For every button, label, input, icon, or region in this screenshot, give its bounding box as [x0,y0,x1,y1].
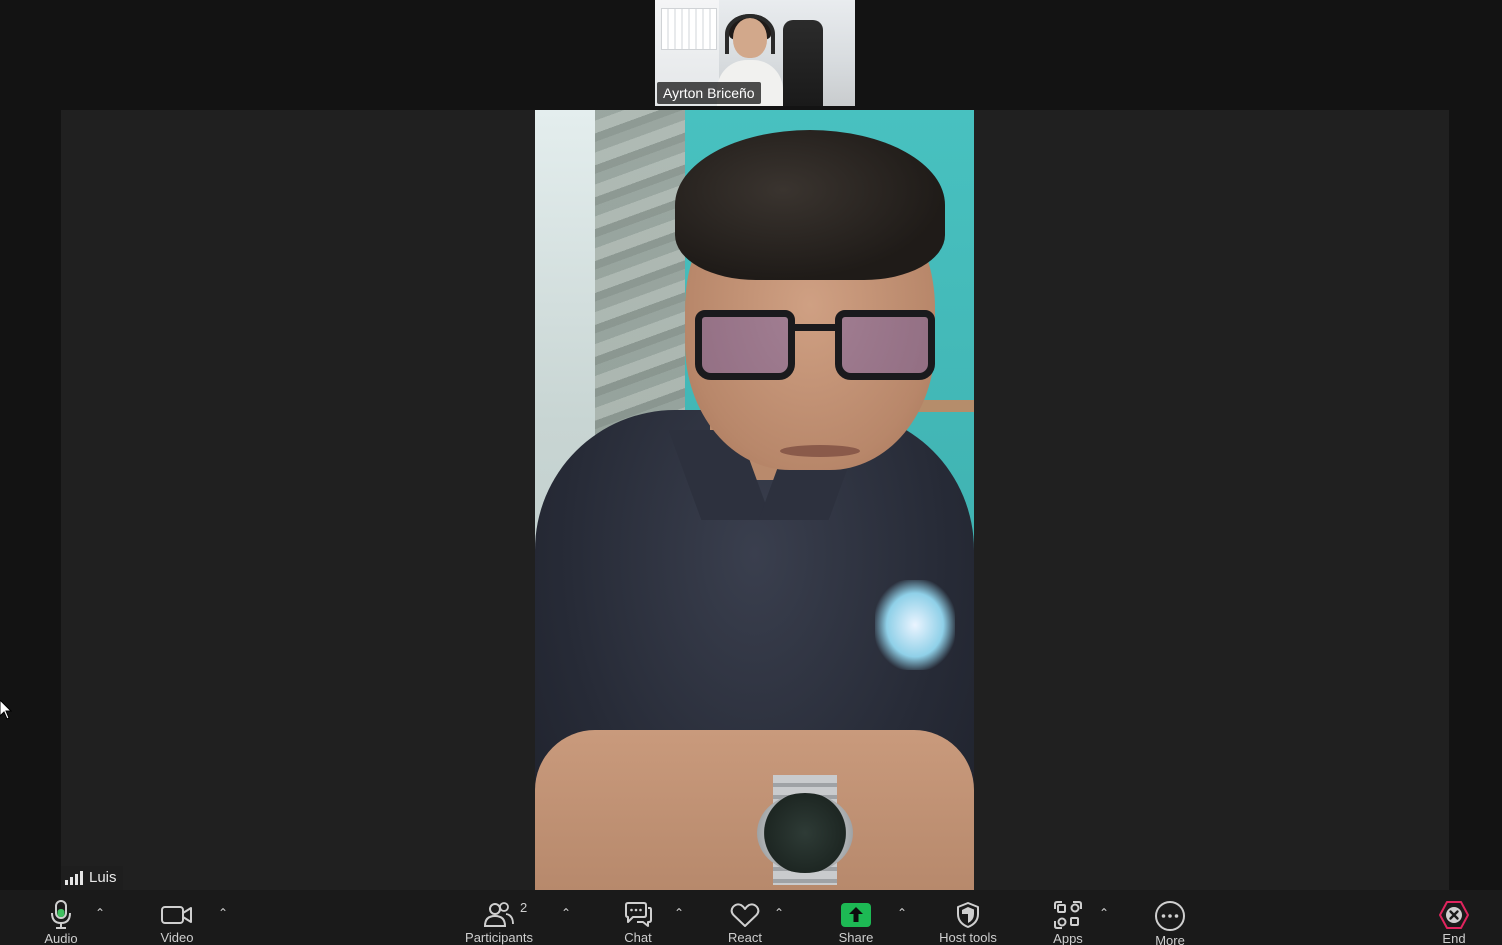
speaker-glasses [695,310,940,380]
host-tools-label: Host tools [939,930,997,945]
people-icon [481,900,517,929]
mouse-cursor-icon [0,700,12,720]
more-button[interactable]: More [1148,890,1192,945]
audio-label: Audio [44,931,78,945]
glasses-lens-left [695,310,795,380]
caret-up-icon[interactable]: ⌃ [216,906,230,920]
share-label: Share [838,930,874,945]
speaker-name: Luis [89,869,117,886]
shirt-logo [875,580,955,670]
more-dots-icon [1152,900,1188,932]
share-button[interactable]: Share [836,890,876,945]
react-label: React [728,930,762,945]
video-button[interactable]: Video [157,890,197,945]
thumbnail-chair [783,20,823,106]
caret-up-icon[interactable]: ⌃ [559,906,573,920]
caret-up-icon[interactable]: ⌃ [93,906,107,920]
glasses-bridge [791,324,839,331]
more-label: More [1155,933,1185,945]
caret-up-icon[interactable]: ⌃ [672,906,686,920]
caret-up-icon[interactable]: ⌃ [1097,906,1111,920]
end-button[interactable]: End [1434,890,1474,945]
wristwatch [755,775,855,885]
thumbnail-window [661,8,717,50]
audio-button[interactable]: Audio [42,890,80,945]
chat-button[interactable]: Chat [618,890,658,945]
speaker-mouth [780,445,860,457]
participants-button[interactable]: Participants [457,890,541,945]
meeting-toolbar: Audio ⌃ Video ⌃ Participants 2 ⌃ Chat ⌃ … [0,890,1502,945]
video-label: Video [160,930,194,945]
speaker-name-label: Luis [61,866,123,890]
chat-label: Chat [624,930,652,945]
participant-thumbnail[interactable]: Ayrton Briceño [655,0,855,106]
host-tools-button[interactable]: Host tools [932,890,1004,945]
shield-icon [950,900,986,929]
end-label: End [1442,931,1466,945]
chat-bubbles-icon [620,900,656,929]
watch-face [757,793,853,873]
heart-icon [727,900,763,929]
end-x-icon [1436,900,1472,930]
participants-label: Participants [465,930,533,945]
thumbnail-name-tag: Ayrton Briceño [657,82,761,104]
speaker-hair [675,130,945,280]
share-up-arrow-icon [838,900,874,929]
react-button[interactable]: React [722,890,768,945]
caret-up-icon[interactable]: ⌃ [895,906,909,920]
microphone-icon [43,900,79,930]
signal-bar [80,871,83,885]
apps-button[interactable]: Apps [1048,890,1088,945]
participants-count: 2 [520,900,528,915]
caret-up-icon[interactable]: ⌃ [772,906,786,920]
signal-bar [65,880,68,885]
glasses-lens-right [835,310,935,380]
signal-bars-icon [65,871,83,885]
active-speaker-area: Luis [61,110,1449,890]
video-camera-icon [159,900,195,929]
active-speaker-video [535,110,974,890]
signal-bar [70,877,73,885]
apps-grid-icon [1050,900,1086,930]
apps-label: Apps [1053,931,1083,945]
headset-icon [725,14,775,54]
meeting-window: Ayrton Briceño Luis Audio ⌃ Video ⌃ Part… [0,0,1502,945]
signal-bar [75,874,78,885]
